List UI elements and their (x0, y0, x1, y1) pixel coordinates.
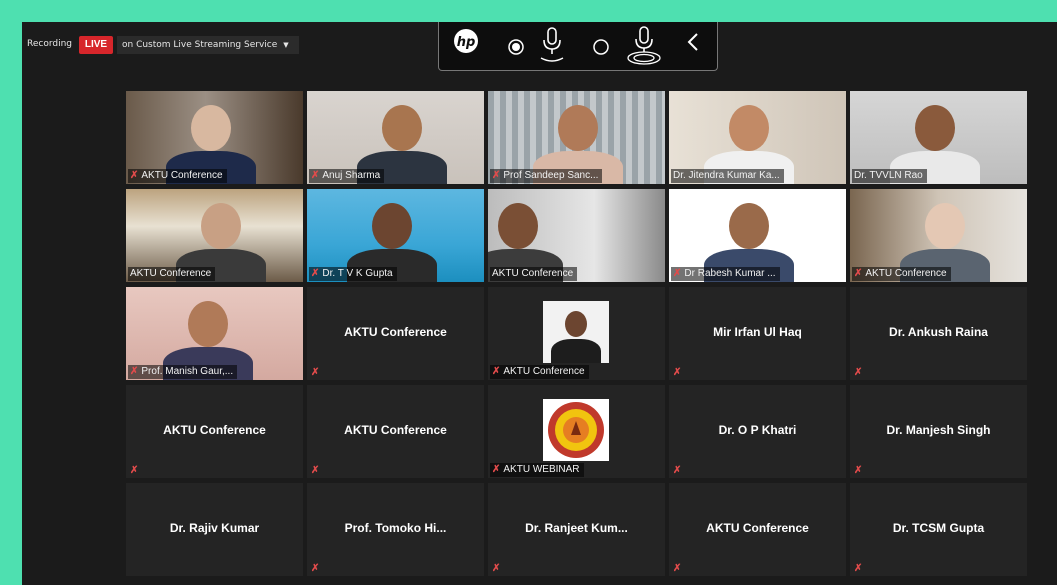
record-dot-icon[interactable] (507, 38, 525, 56)
participant-tile[interactable]: Dr. TVVLN Rao (850, 91, 1027, 184)
participant-name: AKTU Conference (163, 423, 266, 437)
mic-muted-icon: ✗ (854, 465, 863, 476)
participant-tile[interactable]: ✗ Dr Rabesh Kumar ... (669, 189, 846, 282)
participant-name: Prof. Manish Gaur,... (141, 366, 234, 377)
mic-muted-icon: ✗ (673, 367, 682, 378)
mic-muted-icon: ✗ (854, 268, 863, 279)
participant-name-label: ✗ AKTU Conference (490, 365, 589, 379)
mic-muted-icon: ✗ (311, 268, 320, 279)
participant-name-label: ✗ Prof Sandeep Sanc... (490, 169, 603, 183)
mic-muted-icon: ✗ (854, 367, 863, 378)
participant-name: Dr. Ankush Raina (889, 325, 988, 339)
participant-tile[interactable]: ✗ AKTU Conference (126, 91, 303, 184)
participant-tile[interactable]: ✗ Anuj Sharma (307, 91, 484, 184)
recording-label: Recording (27, 39, 73, 49)
microphone-active-icon[interactable] (624, 25, 664, 67)
meeting-window: Recording LIVE on Custom Live Streaming … (22, 22, 1057, 585)
live-badge[interactable]: LIVE (79, 36, 113, 54)
participant-name: AKTU Conference (141, 170, 223, 181)
participant-tile[interactable]: AKTU Conference ✗ (307, 287, 484, 380)
participant-tile[interactable]: AKTU Conference (488, 189, 665, 282)
participant-name-label: AKTU Conference (128, 267, 216, 281)
participant-tile[interactable]: Dr. Ankush Raina ✗ (850, 287, 1027, 380)
participant-name: Dr Rabesh Kumar ... (684, 268, 776, 279)
mic-muted-icon: ✗ (673, 563, 682, 574)
mic-muted-icon: ✗ (311, 170, 320, 181)
participant-name: Dr. Manjesh Singh (886, 423, 991, 437)
participant-name-label: ✗ Dr. T V K Gupta (309, 267, 397, 281)
circle-icon[interactable] (592, 38, 610, 56)
mic-muted-icon: ✗ (492, 366, 501, 377)
participant-name: Dr. Ranjeet Kum... (525, 521, 628, 535)
mic-muted-icon: ✗ (673, 268, 682, 279)
participant-tile[interactable]: ✗ AKTU Conference (488, 287, 665, 380)
hp-logo-icon: hp (454, 29, 478, 53)
participant-tile[interactable]: AKTU Conference ✗ (307, 385, 484, 478)
participant-name-label: ✗ Dr Rabesh Kumar ... (671, 267, 780, 281)
chevron-left-icon[interactable] (685, 32, 701, 52)
participant-name-label: ✗ AKTU WEBINAR (490, 463, 584, 477)
participant-name-label: ✗ AKTU Conference (852, 267, 951, 281)
participant-name: Dr. Jitendra Kumar Ka... (673, 170, 780, 181)
participant-name: Dr. TVVLN Rao (854, 170, 923, 181)
participant-name: Anuj Sharma (322, 170, 381, 181)
participant-name: Dr. TCSM Gupta (892, 521, 985, 535)
mic-muted-icon: ✗ (311, 465, 320, 476)
participant-name: Dr. Rajiv Kumar (169, 521, 260, 535)
participant-name: Dr. O P Khatri (718, 423, 797, 437)
participant-name-label: Dr. TVVLN Rao (852, 169, 927, 183)
participant-tile[interactable]: Dr. TCSM Gupta ✗ (850, 483, 1027, 576)
participant-tile[interactable]: ✗ Prof. Manish Gaur,... (126, 287, 303, 380)
participant-name: AKTU Conference (706, 521, 809, 535)
mic-muted-icon: ✗ (130, 170, 139, 181)
mic-muted-icon: ✗ (492, 464, 501, 475)
participant-name: AKTU Conference (130, 268, 212, 279)
university-logo-icon (543, 399, 609, 461)
mic-muted-icon: ✗ (311, 367, 320, 378)
participant-name-label: Dr. Jitendra Kumar Ka... (671, 169, 784, 183)
mic-muted-icon: ✗ (130, 366, 139, 377)
participant-tile[interactable]: ✗ Prof Sandeep Sanc... (488, 91, 665, 184)
participant-tile[interactable]: Dr. Ranjeet Kum... ✗ (488, 483, 665, 576)
participant-name: Dr. T V K Gupta (322, 268, 393, 279)
participant-tile[interactable]: Dr. O P Khatri ✗ (669, 385, 846, 478)
participant-name-label: ✗ Prof. Manish Gaur,... (128, 365, 238, 379)
participant-tile[interactable]: ✗ AKTU WEBINAR (488, 385, 665, 478)
participant-name: AKTU Conference (344, 423, 447, 437)
mic-muted-icon: ✗ (673, 465, 682, 476)
mic-muted-icon: ✗ (130, 465, 139, 476)
mic-muted-icon: ✗ (492, 170, 501, 181)
participant-name: AKTU Conference (492, 268, 574, 279)
participant-name: Prof Sandeep Sanc... (503, 170, 599, 181)
participant-tile[interactable]: AKTU Conference (126, 189, 303, 282)
streaming-service-label: on Custom Live Streaming Service (122, 40, 278, 50)
mic-muted-icon: ✗ (492, 563, 501, 574)
participant-name-label: ✗ AKTU Conference (128, 169, 227, 183)
microphone-icon[interactable] (537, 26, 567, 66)
participant-tile[interactable]: AKTU Conference ✗ (126, 385, 303, 478)
participant-name: AKTU Conference (344, 325, 447, 339)
participant-tile[interactable]: ✗ AKTU Conference (850, 189, 1027, 282)
participant-tile[interactable]: Prof. Tomoko Hi... ✗ (307, 483, 484, 576)
participant-name: Prof. Tomoko Hi... (344, 521, 447, 535)
participant-tile[interactable]: Dr. Jitendra Kumar Ka... (669, 91, 846, 184)
participant-tile[interactable]: ✗ Dr. T V K Gupta (307, 189, 484, 282)
caret-down-icon: ▼ (283, 41, 289, 49)
participant-tile[interactable]: Mir Irfan Ul Haq ✗ (669, 287, 846, 380)
participant-name: AKTU Conference (503, 366, 585, 377)
streaming-service-dropdown[interactable]: on Custom Live Streaming Service ▼ (117, 36, 299, 54)
participant-name: Mir Irfan Ul Haq (713, 325, 802, 339)
participant-name: AKTU Conference (865, 268, 947, 279)
participant-name-label: ✗ Anuj Sharma (309, 169, 385, 183)
svg-text:hp: hp (457, 35, 476, 50)
participant-tile[interactable]: Dr. Rajiv Kumar (126, 483, 303, 576)
mic-muted-icon: ✗ (854, 563, 863, 574)
participant-tile[interactable]: Dr. Manjesh Singh ✗ (850, 385, 1027, 478)
mic-muted-icon: ✗ (311, 563, 320, 574)
participant-photo (543, 301, 609, 363)
participant-tile[interactable]: AKTU Conference ✗ (669, 483, 846, 576)
participant-name: AKTU WEBINAR (503, 464, 580, 475)
top-toolbar: hp (438, 22, 718, 71)
participant-name-label: AKTU Conference (490, 267, 578, 281)
